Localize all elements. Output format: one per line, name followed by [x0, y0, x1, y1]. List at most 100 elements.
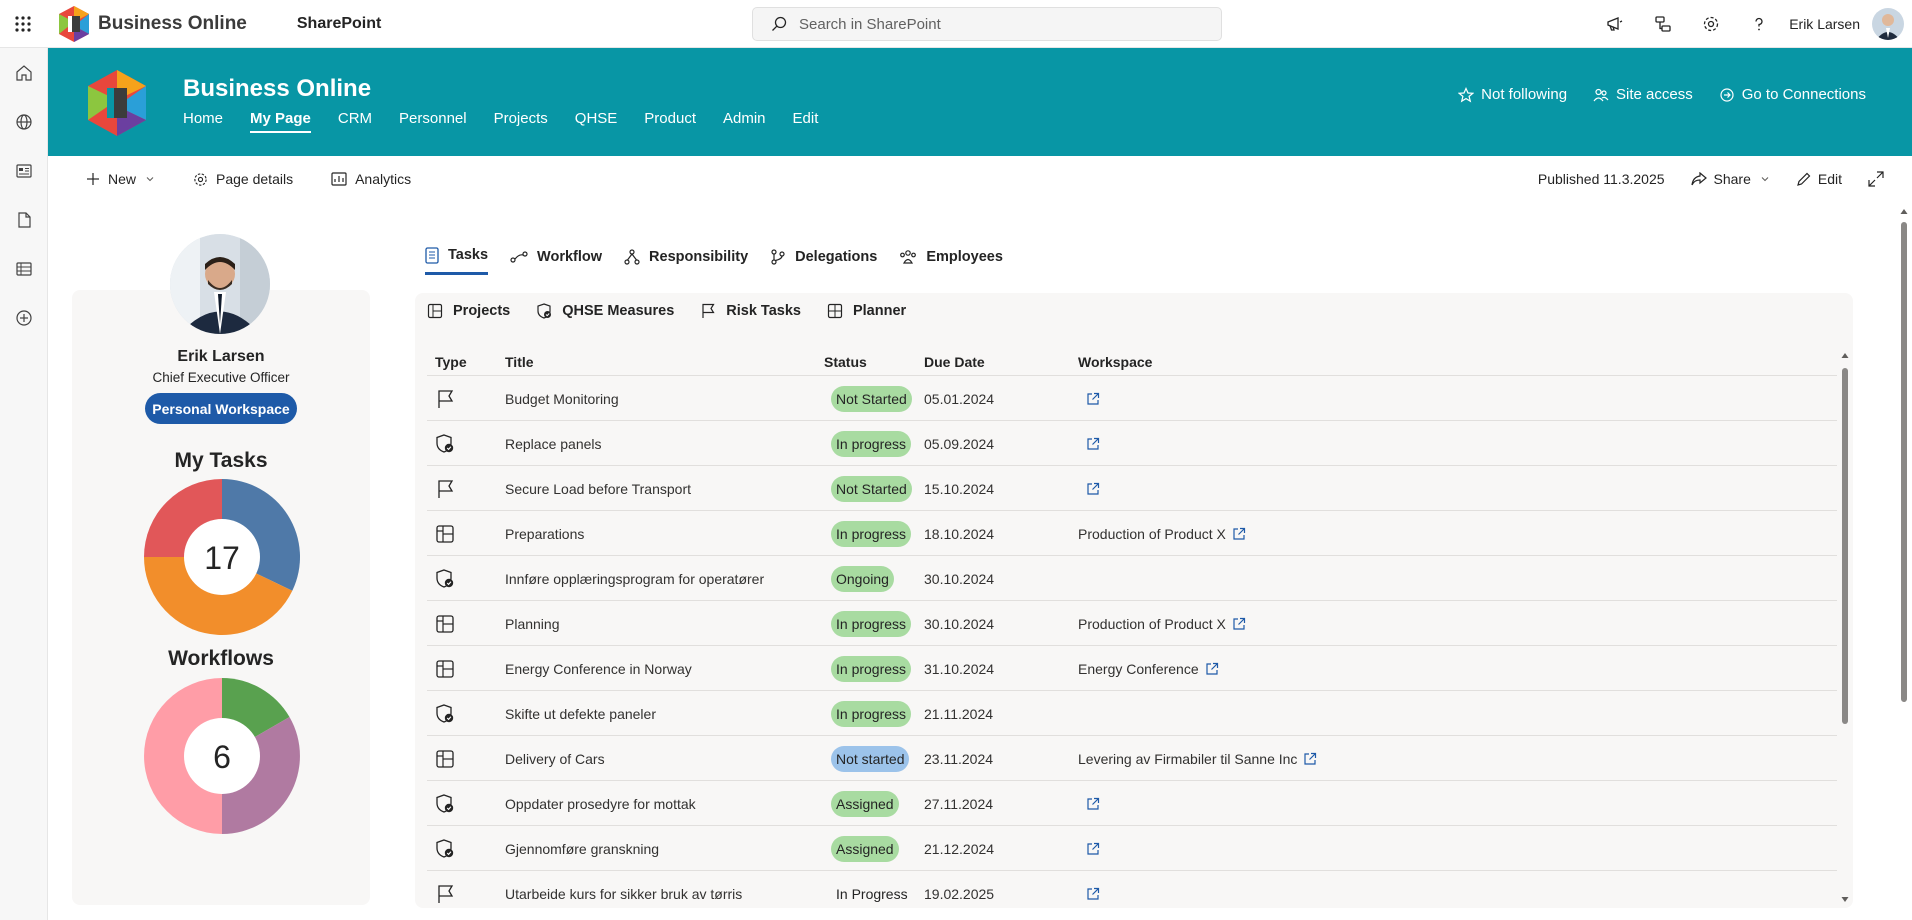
- home-icon[interactable]: [0, 48, 48, 97]
- open-external-icon[interactable]: [1086, 482, 1100, 496]
- document-icon[interactable]: [0, 195, 48, 244]
- subtab-qhse-measures[interactable]: QHSE Measures: [536, 303, 674, 319]
- task-title[interactable]: Delivery of Cars: [505, 736, 605, 781]
- table-row[interactable]: Oppdater prosedyre for mottak Assigned 2…: [427, 781, 1837, 826]
- open-external-icon[interactable]: [1086, 797, 1100, 811]
- table-row[interactable]: Gjennomføre granskning Assigned 21.12.20…: [427, 826, 1837, 871]
- site-title[interactable]: Business Online: [183, 75, 371, 103]
- page-scrollbar[interactable]: [1900, 208, 1908, 908]
- table-row[interactable]: Delivery of Cars Not started 23.11.2024 …: [427, 736, 1837, 781]
- megaphone-icon[interactable]: [1591, 0, 1639, 48]
- app-launcher-icon[interactable]: [0, 0, 46, 48]
- command-bar: New Page details Analytics Published 11.…: [48, 156, 1912, 202]
- open-external-icon[interactable]: [1086, 887, 1100, 901]
- header-due-date[interactable]: Due Date: [924, 354, 985, 370]
- my-tasks-donut-chart[interactable]: 17: [142, 477, 302, 637]
- new-button[interactable]: New: [86, 171, 155, 187]
- workspace-name[interactable]: Production of Product X: [1078, 616, 1226, 632]
- nav-projects[interactable]: Projects: [494, 110, 548, 133]
- open-external-icon[interactable]: [1205, 662, 1219, 676]
- subtab-projects[interactable]: Projects: [427, 303, 510, 319]
- nav-edit[interactable]: Edit: [793, 110, 819, 133]
- table-row[interactable]: Energy Conference in Norway In progress …: [427, 646, 1837, 691]
- header-status[interactable]: Status: [824, 354, 867, 370]
- open-external-icon[interactable]: [1086, 392, 1100, 406]
- workspace-name[interactable]: Energy Conference: [1078, 661, 1199, 677]
- help-icon[interactable]: [1735, 0, 1783, 48]
- tab-employees[interactable]: Employees: [899, 245, 1003, 273]
- tab-tasks[interactable]: Tasks: [425, 242, 489, 275]
- tab-responsibility[interactable]: Responsibility: [624, 245, 748, 273]
- table-row[interactable]: Budget Monitoring Not Started 05.01.2024: [427, 376, 1837, 421]
- scroll-down-arrow-icon[interactable]: [1841, 895, 1849, 903]
- add-circle-icon[interactable]: [0, 293, 48, 342]
- page-scroll-thumb[interactable]: [1901, 222, 1907, 702]
- task-title[interactable]: Secure Load before Transport: [505, 466, 691, 511]
- table-scrollbar[interactable]: [1841, 352, 1849, 903]
- nav-crm[interactable]: CRM: [338, 110, 372, 133]
- search-box[interactable]: Search in SharePoint: [752, 7, 1222, 41]
- open-external-icon[interactable]: [1232, 617, 1246, 631]
- edit-button[interactable]: Edit: [1796, 171, 1842, 187]
- subtab-risk-tasks[interactable]: Risk Tasks: [700, 303, 801, 319]
- table-row[interactable]: Innføre opplæringsprogram for operatører…: [427, 556, 1837, 601]
- table-row[interactable]: Planning In progress 30.10.2024 Producti…: [427, 601, 1837, 646]
- workspace-name[interactable]: Levering av Firmabiler til Sanne Inc: [1078, 751, 1297, 767]
- task-title[interactable]: Oppdater prosedyre for mottak: [505, 781, 696, 826]
- open-external-icon[interactable]: [1303, 752, 1317, 766]
- header-workspace[interactable]: Workspace: [1078, 354, 1152, 370]
- brand-logo[interactable]: Business Online: [54, 4, 247, 44]
- workspace-name[interactable]: Production of Product X: [1078, 526, 1226, 542]
- expand-button[interactable]: [1868, 171, 1884, 187]
- workflows-donut-chart[interactable]: 6: [142, 676, 302, 836]
- task-title[interactable]: Replace panels: [505, 421, 602, 466]
- news-icon[interactable]: [0, 146, 48, 195]
- nav-product[interactable]: Product: [644, 110, 696, 133]
- table-row[interactable]: Skifte ut defekte paneler In progress 21…: [427, 691, 1837, 736]
- nav-qhse[interactable]: QHSE: [575, 110, 618, 133]
- tab-workflow[interactable]: Workflow: [510, 245, 602, 273]
- go-to-connections-button[interactable]: Go to Connections: [1719, 86, 1866, 103]
- follow-button[interactable]: Not following: [1458, 86, 1567, 103]
- user-name[interactable]: Erik Larsen: [1789, 16, 1860, 32]
- header-title[interactable]: Title: [505, 354, 534, 370]
- page-details-button[interactable]: Page details: [193, 171, 293, 187]
- site-access-button[interactable]: Site access: [1593, 86, 1693, 103]
- open-external-icon[interactable]: [1086, 437, 1100, 451]
- user-avatar[interactable]: [1872, 8, 1904, 40]
- tab-delegations[interactable]: Delegations: [770, 245, 877, 273]
- table-row[interactable]: Preparations In progress 18.10.2024 Prod…: [427, 511, 1837, 556]
- open-external-icon[interactable]: [1232, 527, 1246, 541]
- open-external-icon[interactable]: [1086, 842, 1100, 856]
- task-title[interactable]: Skifte ut defekte paneler: [505, 691, 656, 736]
- table-row[interactable]: Utarbeide kurs for sikker bruk av tørris…: [427, 871, 1837, 908]
- task-title[interactable]: Preparations: [505, 511, 584, 556]
- subtab-planner[interactable]: Planner: [827, 303, 906, 319]
- analytics-button[interactable]: Analytics: [331, 171, 411, 187]
- task-title[interactable]: Energy Conference in Norway: [505, 646, 692, 691]
- scroll-up-arrow-icon[interactable]: [1841, 352, 1849, 360]
- task-title[interactable]: Budget Monitoring: [505, 376, 619, 421]
- nav-personnel[interactable]: Personnel: [399, 110, 467, 133]
- app-name[interactable]: SharePoint: [297, 15, 381, 33]
- globe-icon[interactable]: [0, 97, 48, 146]
- table-row[interactable]: Replace panels In progress 05.09.2024: [427, 421, 1837, 466]
- nav-home[interactable]: Home: [183, 110, 223, 133]
- personal-workspace-button[interactable]: Personal Workspace: [145, 393, 297, 424]
- list-icon[interactable]: [0, 244, 48, 293]
- nav-my-page[interactable]: My Page: [250, 110, 311, 133]
- page-scroll-up-icon[interactable]: [1900, 208, 1908, 216]
- nav-admin[interactable]: Admin: [723, 110, 766, 133]
- connections-icon[interactable]: [1639, 0, 1687, 48]
- settings-gear-icon[interactable]: [1687, 0, 1735, 48]
- table-scroll-thumb[interactable]: [1842, 368, 1848, 724]
- status-badge: Assigned: [831, 826, 899, 871]
- task-title[interactable]: Planning: [505, 601, 560, 646]
- site-logo[interactable]: [80, 66, 154, 140]
- table-row[interactable]: Secure Load before Transport Not Started…: [427, 466, 1837, 511]
- task-title[interactable]: Innføre opplæringsprogram for operatører: [505, 556, 764, 601]
- task-title[interactable]: Gjennomføre granskning: [505, 826, 659, 871]
- task-title[interactable]: Utarbeide kurs for sikker bruk av tørris: [505, 871, 742, 908]
- header-type[interactable]: Type: [435, 354, 467, 370]
- share-button[interactable]: Share: [1690, 171, 1770, 187]
